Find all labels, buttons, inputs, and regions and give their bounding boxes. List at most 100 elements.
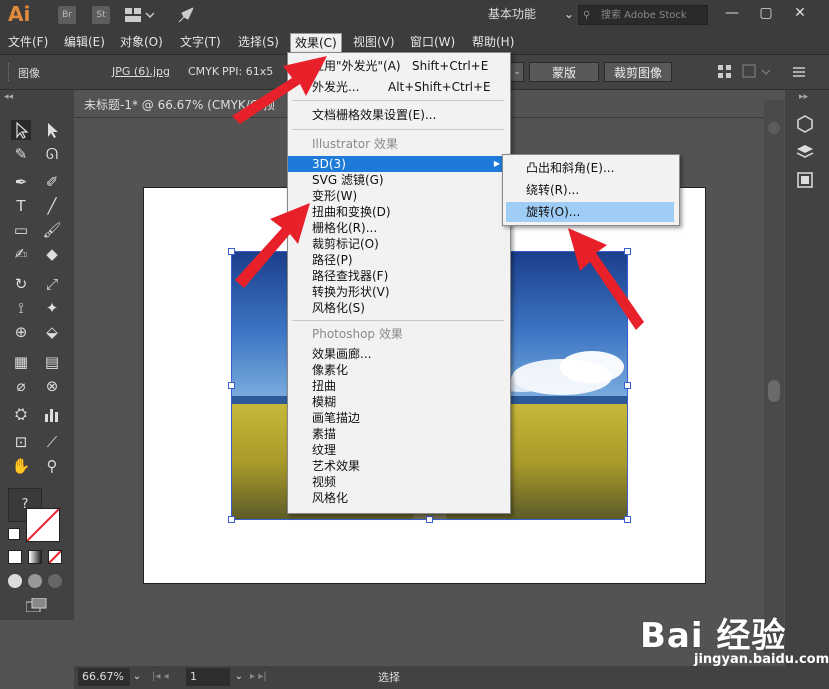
- transform-icon[interactable]: [742, 64, 772, 80]
- selection-handle[interactable]: [426, 516, 433, 523]
- menu-window[interactable]: 窗口(W): [406, 33, 459, 51]
- crop-image-button[interactable]: 裁剪图像: [604, 62, 672, 82]
- slice-tool-icon[interactable]: ⟋: [42, 432, 62, 452]
- line-tool-icon[interactable]: ╱: [42, 196, 62, 216]
- column-graph-tool-icon[interactable]: [42, 404, 62, 424]
- rectangle-tool-icon[interactable]: ▭: [11, 220, 31, 240]
- stroke-swatch[interactable]: [26, 508, 60, 542]
- eyedropper-tool-icon[interactable]: ⌀: [11, 376, 31, 396]
- menu-distort[interactable]: 扭曲: [288, 378, 508, 394]
- selection-handle[interactable]: [228, 248, 235, 255]
- close-button[interactable]: ✕: [786, 2, 814, 24]
- menu-edit[interactable]: 编辑(E): [60, 33, 109, 51]
- chevron-down-icon[interactable]: ⌄: [232, 668, 246, 686]
- submenu-extrude-bevel[interactable]: 凸出和斜角(E)...: [506, 158, 674, 178]
- menu-brush-strokes[interactable]: 画笔描边: [288, 410, 508, 426]
- menu-select[interactable]: 选择(S): [234, 33, 283, 51]
- menu-raster-effects-settings[interactable]: 文档栅格效果设置(E)...: [288, 105, 508, 125]
- curvature-tool-icon[interactable]: ✐: [42, 172, 62, 192]
- menu-sketch[interactable]: 素描: [288, 426, 508, 442]
- menu-object[interactable]: 对象(O): [116, 33, 167, 51]
- artboards-panel-icon[interactable]: [795, 170, 815, 190]
- libraries-panel-icon[interactable]: [795, 114, 815, 134]
- draw-normal-icon[interactable]: [8, 574, 22, 588]
- arrange-documents-icon[interactable]: [124, 7, 155, 23]
- menu-convert-to-shape[interactable]: 转换为形状(V): [288, 284, 508, 300]
- menu-video[interactable]: 视频: [288, 474, 508, 490]
- rotate-tool-icon[interactable]: ↻: [11, 274, 31, 294]
- puppet-warp-tool-icon[interactable]: ✦: [42, 298, 62, 318]
- menu-file[interactable]: 文件(F): [4, 33, 52, 51]
- vertical-scrollbar[interactable]: [764, 100, 784, 660]
- panel-menu-icon[interactable]: [792, 65, 806, 79]
- gradient-mode-icon[interactable]: [28, 550, 42, 564]
- paintbrush-tool-icon[interactable]: 🖌: [42, 220, 62, 240]
- menu-rasterize[interactable]: 栅格化(R)...: [288, 220, 508, 236]
- menu-artistic[interactable]: 艺术效果: [288, 458, 508, 474]
- menu-blur[interactable]: 模糊: [288, 394, 508, 410]
- none-mode-icon[interactable]: [48, 550, 62, 564]
- menu-help[interactable]: 帮助(H): [468, 33, 518, 51]
- maximize-button[interactable]: ▢: [752, 2, 780, 24]
- draw-inside-icon[interactable]: [48, 574, 62, 588]
- default-colors-icon[interactable]: [8, 528, 20, 540]
- magic-wand-tool-icon[interactable]: ✎: [11, 144, 31, 164]
- minimize-button[interactable]: —: [718, 2, 746, 24]
- menu-effect-gallery[interactable]: 效果画廊...: [288, 346, 508, 362]
- mask-button[interactable]: 蒙版: [529, 62, 599, 82]
- selection-handle[interactable]: [624, 382, 631, 389]
- menu-pathfinder[interactable]: 路径查找器(F): [288, 268, 508, 284]
- chevron-down-icon[interactable]: ⌄: [510, 62, 524, 82]
- menu-crop-marks[interactable]: 裁剪标记(O): [288, 236, 508, 252]
- bridge-icon[interactable]: Br: [58, 6, 76, 24]
- selection-handle[interactable]: [228, 516, 235, 523]
- artboard-tool-icon[interactable]: ⊡: [11, 432, 31, 452]
- layers-panel-icon[interactable]: [795, 142, 815, 162]
- expand-panels-icon[interactable]: ▸▸: [799, 92, 808, 102]
- artboard-number-field[interactable]: 1: [186, 668, 230, 686]
- mesh-tool-icon[interactable]: ▦: [11, 352, 31, 372]
- direct-selection-tool-icon[interactable]: [42, 120, 62, 140]
- menu-effect[interactable]: 效果(C): [290, 33, 342, 53]
- align-grid-icon[interactable]: [718, 65, 732, 79]
- shaper-tool-icon[interactable]: ✍: [11, 244, 31, 264]
- collapse-panel-icon[interactable]: ◂◂: [4, 92, 13, 102]
- previous-artboard-icon[interactable]: |◂ ◂: [152, 668, 182, 686]
- menu-view[interactable]: 视图(V): [349, 33, 399, 51]
- submenu-revolve[interactable]: 绕转(R)...: [506, 180, 674, 200]
- perspective-grid-tool-icon[interactable]: ⬙: [42, 322, 62, 342]
- scroll-thumb[interactable]: [768, 380, 780, 402]
- grip-handle[interactable]: [8, 63, 12, 81]
- eraser-tool-icon[interactable]: ◆: [42, 244, 62, 264]
- menu-stylize-photoshop[interactable]: 风格化: [288, 490, 508, 506]
- menu-pixelate[interactable]: 像素化: [288, 362, 508, 378]
- linked-file-name[interactable]: JPG (6).jpg: [112, 65, 170, 78]
- stock-icon[interactable]: St: [92, 6, 110, 24]
- menu-3d[interactable]: 3D(3) ▶: [288, 156, 508, 172]
- menu-apply-last-effect[interactable]: 应用"外发光"(A) Shift+Ctrl+E: [288, 56, 508, 76]
- document-tab[interactable]: 未标题-1* @ 66.67% (CMYK/G 预: [74, 93, 314, 117]
- blend-tool-icon[interactable]: ⊗: [42, 376, 62, 396]
- selection-handle[interactable]: [228, 382, 235, 389]
- gradient-tool-icon[interactable]: ▤: [42, 352, 62, 372]
- draw-behind-icon[interactable]: [28, 574, 42, 588]
- menu-svg-filters[interactable]: SVG 滤镜(G): [288, 172, 508, 188]
- menu-last-effect[interactable]: 外发光... Alt+Shift+Ctrl+E: [288, 77, 508, 97]
- chevron-down-icon[interactable]: ⌄: [130, 668, 144, 686]
- submenu-rotate[interactable]: 旋转(O)...: [506, 202, 674, 222]
- menu-warp[interactable]: 变形(W): [288, 188, 508, 204]
- width-tool-icon[interactable]: ⟟: [11, 298, 31, 318]
- symbol-sprayer-tool-icon[interactable]: ⛭: [11, 404, 31, 424]
- type-tool-icon[interactable]: T: [11, 196, 31, 216]
- menu-type[interactable]: 文字(T): [176, 33, 225, 51]
- scale-tool-icon[interactable]: ⤢: [42, 274, 62, 294]
- lasso-tool-icon[interactable]: ᘏ: [42, 144, 62, 164]
- scroll-up-icon[interactable]: [768, 122, 780, 134]
- stock-search-input[interactable]: ⚲ 搜索 Adobe Stock: [578, 5, 708, 25]
- menu-stylize-illustrator[interactable]: 风格化(S): [288, 300, 508, 316]
- menu-path[interactable]: 路径(P): [288, 252, 508, 268]
- screen-mode-icon[interactable]: [25, 597, 48, 613]
- menu-texture[interactable]: 纹理: [288, 442, 508, 458]
- next-artboard-icon[interactable]: ▸ ▸|: [250, 668, 284, 686]
- selection-handle[interactable]: [624, 248, 631, 255]
